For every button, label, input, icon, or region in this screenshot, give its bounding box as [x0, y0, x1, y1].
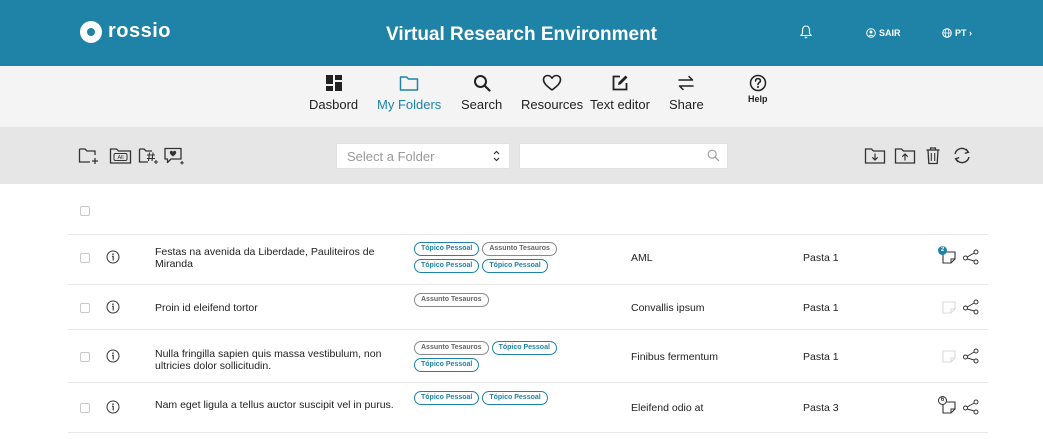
bell-icon[interactable]	[799, 25, 813, 44]
nav-label-resources: Resources	[521, 97, 584, 112]
nav-item-share[interactable]: Share	[669, 74, 704, 112]
row-folder: Pasta 3	[803, 402, 839, 414]
trash-icon[interactable]	[925, 146, 941, 170]
nav-item-text-editor[interactable]: Text editor	[590, 74, 650, 112]
tag-chip[interactable]: Tópico Pessoal	[491, 341, 557, 355]
share-icon[interactable]	[962, 399, 980, 420]
tag-list: Assunto Tesauros Tópico Pessoal Tópico Pes…	[414, 341, 574, 372]
share-icon[interactable]	[962, 249, 980, 270]
table-row[interactable]: Proin id eleifend tortor Assunto Tesauros…	[68, 284, 988, 329]
nav-item-search[interactable]: Search	[461, 74, 502, 112]
tag-chip[interactable]: Assunto Tesauros	[414, 293, 489, 307]
folder-icon	[399, 76, 419, 91]
tag-list: Assunto Tesauros	[414, 293, 574, 307]
select-arrows-icon	[493, 147, 500, 168]
new-folder-icon[interactable]	[78, 146, 100, 170]
row-title[interactable]: Proin id eleifend tortor	[155, 302, 395, 314]
heart-icon	[542, 74, 562, 91]
row-checkbox[interactable]	[80, 352, 90, 362]
row-checkbox[interactable]	[80, 253, 90, 263]
notes-count-badge: 6	[938, 396, 947, 405]
nav-label-share: Share	[669, 97, 704, 112]
search-input[interactable]	[520, 144, 700, 168]
tag-chip[interactable]: Tópico Pessoal	[414, 358, 480, 372]
language-label: PT ›	[955, 28, 972, 38]
nav-label-search: Search	[461, 97, 503, 112]
user-menu[interactable]: SAIR	[866, 28, 901, 38]
logo-text: rossio	[108, 20, 172, 42]
row-subject: Finibus fermentum	[631, 351, 718, 363]
select-all-checkbox[interactable]	[80, 206, 90, 216]
hashtag-folder-icon[interactable]	[138, 146, 160, 170]
tag-chip[interactable]: Tópico Pessoal	[414, 259, 480, 273]
row-title[interactable]: Festas na avenida da Liberdade, Paulitei…	[155, 246, 395, 270]
tag-chip[interactable]: Tópico Pessoal	[482, 259, 548, 273]
nav-label-text-editor: Text editor	[590, 97, 650, 112]
tag-chip[interactable]: Tópico Pessoal	[414, 391, 480, 405]
table-row[interactable]: Nulla fringilla sapien quis massa vestib…	[68, 329, 988, 382]
user-label: SAIR	[879, 28, 901, 38]
tag-list: Tópico Pessoal Assunto Tesauros Tópico Pes…	[414, 242, 574, 273]
top-bar: rossio Virtual Research Environment SAIR…	[0, 0, 1043, 66]
nav-item-dashboard[interactable]: Dasbord	[309, 74, 358, 112]
all-folder-icon[interactable]: All	[109, 146, 133, 170]
main-nav: Dasbord My Folders Search Resources Text…	[0, 66, 1043, 128]
nav-label-dashboard: Dasbord	[309, 97, 359, 112]
nav-item-resources[interactable]: Resources	[521, 74, 583, 112]
help-circle-icon	[749, 74, 766, 92]
row-folder: Pasta 1	[803, 252, 839, 264]
tag-chip[interactable]: Tópico Pessoal	[414, 242, 480, 256]
swap-arrows-icon	[678, 75, 695, 91]
table-row[interactable]: Nam eget ligula a tellus auctor suscipit…	[68, 382, 988, 432]
tag-chip[interactable]: Assunto Tesauros	[482, 242, 557, 256]
nav-item-help[interactable]: Help	[748, 74, 768, 104]
all-folder-icon-text: All	[117, 155, 123, 161]
toolbar: All Select a Folder	[0, 128, 1043, 184]
notes-icon[interactable]	[940, 299, 958, 320]
search-icon	[473, 75, 491, 92]
share-icon[interactable]	[962, 348, 980, 369]
row-folder: Pasta 1	[803, 302, 839, 314]
row-checkbox[interactable]	[80, 303, 90, 313]
globe-icon	[942, 28, 952, 38]
nav-label-help: Help	[748, 94, 768, 104]
row-title[interactable]: Nulla fringilla sapien quis massa vestib…	[155, 348, 395, 372]
tag-list: Tópico Pessoal Tópico Pessoal	[414, 391, 574, 405]
upload-folder-icon[interactable]	[894, 146, 916, 170]
heart-comment-folder-icon[interactable]	[163, 146, 185, 170]
row-checkbox[interactable]	[80, 403, 90, 413]
info-icon[interactable]	[106, 300, 120, 319]
logo-mark-icon	[80, 20, 102, 43]
language-menu[interactable]: PT ›	[942, 28, 972, 38]
download-folder-icon[interactable]	[864, 146, 886, 170]
folder-select-value: Select a Folder	[347, 149, 435, 164]
search-icon[interactable]	[707, 149, 720, 167]
nav-item-my-folders[interactable]: My Folders	[377, 74, 441, 112]
notes-icon[interactable]: 6	[938, 396, 958, 420]
notes-icon[interactable]	[940, 348, 958, 369]
table-bottom-border	[68, 432, 988, 433]
logo[interactable]: rossio	[80, 20, 171, 43]
row-folder: Pasta 1	[803, 351, 839, 363]
tag-chip[interactable]: Tópico Pessoal	[482, 391, 548, 405]
notes-count-badge: 2	[938, 246, 947, 255]
info-icon[interactable]	[106, 349, 120, 368]
row-subject: Convallis ipsum	[631, 302, 705, 314]
dashboard-icon	[325, 75, 342, 91]
user-icon	[866, 28, 876, 38]
row-subject: AML	[631, 252, 653, 264]
share-icon[interactable]	[962, 299, 980, 320]
notes-icon[interactable]: 2	[938, 246, 958, 270]
nav-label-my-folders: My Folders	[377, 97, 442, 112]
edit-icon	[612, 75, 628, 91]
row-title[interactable]: Nam eget ligula a tellus auctor suscipit…	[155, 399, 395, 411]
folder-select[interactable]: Select a Folder	[336, 143, 510, 169]
info-icon[interactable]	[106, 400, 120, 419]
table-row[interactable]: Festas na avenida da Liberdade, Paulitei…	[68, 234, 988, 284]
tag-chip[interactable]: Assunto Tesauros	[414, 341, 489, 355]
refresh-icon[interactable]	[952, 146, 972, 170]
search-field	[519, 143, 728, 169]
row-subject: Eleifend odio at	[631, 402, 704, 414]
info-icon[interactable]	[106, 250, 120, 269]
